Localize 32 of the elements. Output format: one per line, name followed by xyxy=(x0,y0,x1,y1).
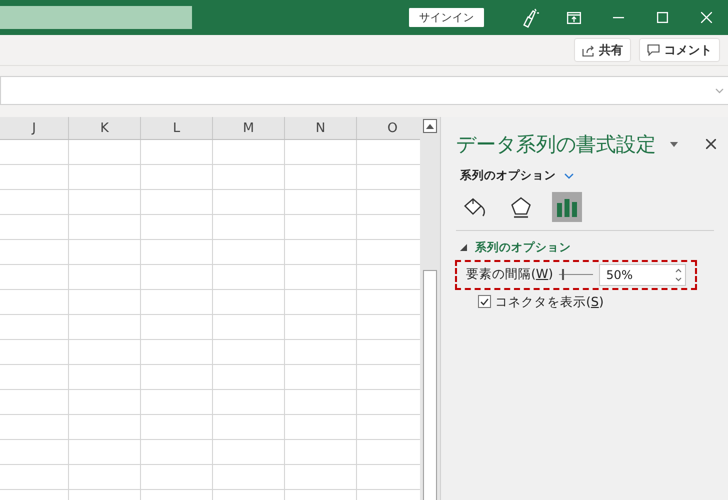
spinner-icon[interactable] xyxy=(675,268,682,282)
column-header[interactable]: K xyxy=(69,117,141,139)
close-icon[interactable] xyxy=(706,139,716,149)
comment-icon xyxy=(647,44,660,56)
column-header[interactable]: J xyxy=(0,117,69,139)
up-arrow-icon[interactable] xyxy=(426,124,434,128)
section-title[interactable]: 系列のオプション xyxy=(475,239,571,256)
scroll-thumb[interactable] xyxy=(423,270,437,500)
comment-button[interactable]: コメント xyxy=(639,38,720,62)
checkbox[interactable] xyxy=(478,295,491,308)
gap-width-label: 要素の間隔(W) xyxy=(466,265,554,284)
minimize-icon[interactable] xyxy=(612,16,624,18)
column-header[interactable]: M xyxy=(213,117,285,139)
slider-thumb[interactable] xyxy=(562,269,564,280)
gap-width-field[interactable]: 50% xyxy=(599,264,686,286)
checkbox-label[interactable]: コネクタを表示(S) xyxy=(495,292,604,312)
dropdown-icon[interactable] xyxy=(670,142,678,146)
sign-in-button[interactable]: サインイン xyxy=(409,8,484,27)
scroll-bar[interactable] xyxy=(420,117,440,500)
ribbon-display-icon[interactable] xyxy=(567,12,581,24)
column-header[interactable]: N xyxy=(285,117,357,139)
brush-icon[interactable] xyxy=(521,8,539,28)
column-header[interactable]: L xyxy=(141,117,213,139)
cell-grid[interactable] xyxy=(0,140,420,500)
expand-icon[interactable] xyxy=(460,244,467,252)
chevron-icon[interactable] xyxy=(564,172,574,179)
pane-title: データ系列の書式設定 xyxy=(456,131,657,158)
options-dropdown[interactable]: 系列のオプション xyxy=(460,167,556,184)
share-icon xyxy=(582,44,595,56)
scroll-up-button[interactable] xyxy=(423,119,437,133)
share-button[interactable]: 共有 xyxy=(574,38,631,62)
maximize-icon[interactable] xyxy=(656,12,668,23)
